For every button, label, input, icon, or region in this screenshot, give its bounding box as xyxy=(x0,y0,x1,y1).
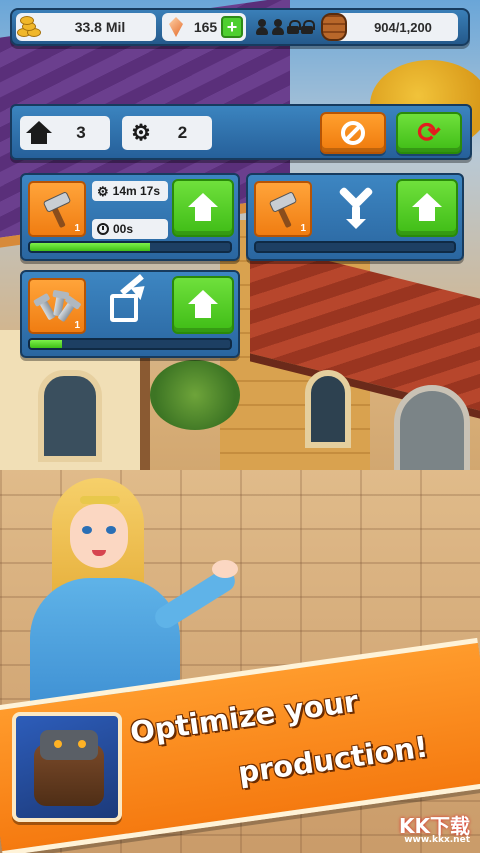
tool-level: 1 xyxy=(300,223,306,234)
gem-counter[interactable]: 165 + xyxy=(162,13,246,41)
merge-button[interactable] xyxy=(334,186,378,231)
resource-bar: 33.8 Mil 165 + 904/1,200 xyxy=(10,8,470,46)
cycle-time-value: 00s xyxy=(113,222,134,236)
lock-icon xyxy=(301,20,315,34)
cancel-button[interactable] xyxy=(320,112,386,154)
upgrade-house-icon xyxy=(412,193,442,223)
cancel-icon xyxy=(341,121,365,145)
tool-button[interactable]: 1 xyxy=(28,181,86,237)
bolts-icon xyxy=(37,286,77,326)
house-count: 3 xyxy=(20,116,110,150)
tool-level: 1 xyxy=(74,320,80,331)
upgrade-house-icon xyxy=(188,193,218,223)
worker-icon xyxy=(271,19,285,35)
green-bush xyxy=(150,360,240,430)
watermark-url: www.kkx.net xyxy=(404,835,470,845)
hammer-icon xyxy=(40,191,74,229)
production-slot-2: 1 xyxy=(246,173,464,261)
production-slot-3: 1 xyxy=(20,270,240,358)
watermark-logo: KK下载 www.kkx.net xyxy=(399,816,470,845)
workers-slots[interactable] xyxy=(252,13,316,41)
progress-bar xyxy=(254,241,456,253)
tower-window xyxy=(305,370,351,448)
storage-amount: 904/1,200 xyxy=(374,19,432,35)
gear-icon: ⚙ xyxy=(97,183,109,199)
gold-counter[interactable]: 33.8 Mil xyxy=(16,13,156,41)
princess-eye-left xyxy=(82,526,92,534)
export-arrow-icon xyxy=(108,273,150,324)
progress-bar xyxy=(28,241,232,253)
merge-arrow-icon xyxy=(334,186,378,231)
upgrade-button[interactable] xyxy=(396,179,458,237)
building-info-bar: 3 ⚙ 2 ⟳ xyxy=(10,104,472,160)
tool-level: 1 xyxy=(74,223,80,234)
gear-count-value: 2 xyxy=(177,123,188,142)
gem-icon xyxy=(162,13,190,41)
progress-fill xyxy=(30,243,150,251)
house-icon xyxy=(26,121,52,145)
lock-icon xyxy=(287,20,301,34)
gear-count: ⚙ 2 xyxy=(122,116,212,150)
hammer-icon xyxy=(266,191,300,229)
house-count-value: 3 xyxy=(76,123,86,142)
production-time-value: 14m 17s xyxy=(112,184,161,198)
clock-icon xyxy=(97,223,109,235)
production-slot-1: 1 ⚙ 14m 17s 00s xyxy=(20,173,240,261)
princess-eye-right xyxy=(106,526,116,534)
upgrade-button[interactable] xyxy=(172,179,234,237)
gear-icon: ⚙ xyxy=(131,120,151,145)
princess-crown xyxy=(80,496,120,504)
progress-fill xyxy=(30,340,62,348)
upgrade-button[interactable] xyxy=(172,276,234,334)
robot-icon xyxy=(12,712,122,822)
progress-bar xyxy=(28,338,232,350)
gold-amount: 33.8 Mil xyxy=(74,19,126,35)
princess-hand xyxy=(212,560,238,578)
upgrade-house-icon xyxy=(188,290,218,320)
storage-counter[interactable]: 904/1,200 xyxy=(321,13,458,41)
refresh-button[interactable]: ⟳ xyxy=(396,112,462,154)
princess-face xyxy=(70,504,128,568)
gem-amount: 165 xyxy=(193,19,218,35)
production-time: ⚙ 14m 17s xyxy=(92,181,168,201)
barrel-icon xyxy=(320,13,348,41)
worker-icon xyxy=(255,19,269,35)
refresh-icon: ⟳ xyxy=(417,117,441,148)
tool-button[interactable]: 1 xyxy=(254,181,312,237)
cycle-time: 00s xyxy=(92,219,168,239)
share-button[interactable] xyxy=(108,273,150,324)
gold-coins-icon xyxy=(16,13,44,41)
buy-gems-button[interactable]: + xyxy=(221,16,243,38)
tool-button[interactable]: 1 xyxy=(28,278,86,334)
